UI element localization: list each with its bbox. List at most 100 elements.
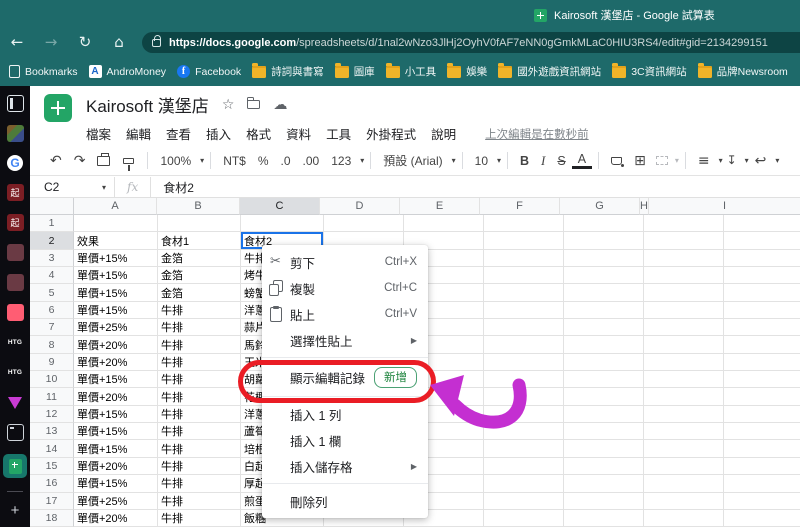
cell[interactable] [484, 215, 564, 233]
cell[interactable] [644, 492, 724, 510]
cell[interactable] [484, 440, 564, 458]
cell[interactable] [644, 232, 724, 250]
row-header[interactable]: 5 [30, 284, 74, 302]
cell[interactable] [724, 215, 800, 233]
cell[interactable] [724, 406, 800, 424]
cell[interactable] [644, 440, 724, 458]
bookmark-item[interactable]: Bookmarks [9, 65, 78, 78]
cell[interactable] [404, 215, 484, 233]
row-header[interactable]: 4 [30, 267, 74, 285]
bold-button[interactable]: B [514, 154, 535, 168]
cell[interactable] [724, 250, 800, 268]
cell[interactable]: 單價+20% [74, 509, 158, 527]
column-header[interactable]: A [74, 198, 157, 215]
context-menu-item[interactable]: 刪除列 [262, 488, 428, 514]
cell[interactable]: 效果 [74, 232, 158, 250]
cell[interactable] [644, 388, 724, 406]
home-icon[interactable]: ⌂ [102, 28, 136, 57]
cell[interactable] [644, 353, 724, 372]
context-menu-item[interactable]: 插入 1 欄 [262, 427, 428, 453]
row-header[interactable]: 15 [30, 457, 74, 476]
cell[interactable] [484, 353, 564, 372]
font-size-select[interactable]: 10 [469, 154, 494, 168]
cell[interactable] [724, 302, 800, 320]
column-header[interactable]: C [240, 198, 320, 215]
cell[interactable] [484, 492, 564, 510]
menu-item[interactable]: 檔案 [86, 124, 111, 143]
cell[interactable] [564, 388, 644, 406]
row-header[interactable]: 12 [30, 405, 74, 424]
cell[interactable] [564, 267, 644, 285]
row-header[interactable]: 1 [30, 215, 74, 233]
cell[interactable]: 牛排 [158, 492, 241, 510]
cell[interactable] [324, 215, 404, 233]
print-icon[interactable] [97, 152, 111, 166]
cell[interactable]: 牛排 [158, 301, 241, 320]
row-header[interactable]: 13 [30, 423, 74, 441]
context-menu-item[interactable]: 複製 Ctrl+C [262, 275, 428, 301]
context-menu-item[interactable]: 選擇性貼上 ▶ [262, 327, 428, 353]
cell[interactable]: 牛排 [158, 319, 241, 337]
browser-tab[interactable]: Kairosoft 漢堡店 - Google 試算表 [534, 7, 715, 23]
context-menu-item[interactable] [262, 396, 428, 397]
bookmark-item[interactable]: 娛樂 [447, 62, 487, 79]
reload-icon[interactable]: ↻ [68, 28, 102, 57]
percent-format-button[interactable]: % [252, 154, 275, 168]
horizontal-align-icon[interactable]: ≡ [692, 153, 716, 169]
last-edit-link[interactable]: 上次編輯是在數秒前 [485, 126, 589, 142]
font-select[interactable]: 預設 (Arial) [377, 152, 448, 169]
menu-item[interactable]: 查看 [166, 124, 191, 143]
bookmark-item[interactable]: 詩詞與書寫 [252, 62, 324, 79]
row-header[interactable]: 2 [30, 232, 74, 250]
cell[interactable]: 單價+20% [74, 388, 158, 406]
cell[interactable] [564, 405, 644, 424]
cell[interactable] [724, 423, 800, 441]
cell[interactable]: 單價+15% [74, 423, 158, 441]
cell[interactable] [484, 423, 564, 441]
cell[interactable]: 食材1 [158, 232, 241, 250]
cell[interactable] [644, 284, 724, 302]
cell[interactable] [644, 509, 724, 527]
cell[interactable] [484, 371, 564, 389]
cell[interactable] [724, 493, 800, 510]
column-header[interactable]: E [400, 198, 480, 215]
zoom-select[interactable]: 100% [154, 154, 197, 168]
cell[interactable] [644, 215, 724, 233]
cell[interactable] [564, 215, 644, 233]
context-menu-item[interactable]: 貼上 Ctrl+V [262, 301, 428, 327]
cell[interactable] [484, 267, 564, 285]
cell[interactable] [564, 423, 644, 441]
move-to-folder-icon[interactable] [246, 97, 261, 109]
cell[interactable] [644, 457, 724, 476]
row-header[interactable]: 10 [30, 371, 74, 389]
cell[interactable] [74, 215, 158, 233]
menu-item[interactable]: 工具 [326, 124, 351, 143]
row-header[interactable]: 14 [30, 440, 74, 458]
cell[interactable]: 金箔 [158, 284, 241, 302]
strikethrough-button[interactable]: S [551, 154, 571, 168]
cell[interactable] [724, 319, 800, 337]
menu-item[interactable]: 編輯 [126, 124, 151, 143]
cloud-status-icon[interactable]: ☁ [273, 97, 287, 113]
undo-icon[interactable]: ↶ [44, 153, 68, 169]
cell[interactable]: 牛排 [158, 336, 241, 354]
bookmark-item[interactable]: 國外遊戲資訊網站 [498, 62, 601, 79]
cell[interactable]: 牛排 [158, 475, 241, 493]
cell[interactable] [644, 475, 724, 493]
cell[interactable]: 單價+15% [74, 267, 158, 285]
row-header[interactable]: 3 [30, 249, 74, 268]
cell[interactable] [564, 371, 644, 389]
cell[interactable]: 單價+25% [74, 319, 158, 337]
borders-icon[interactable]: ⊞ [628, 153, 652, 169]
paint-format-icon[interactable] [123, 157, 135, 171]
cell[interactable] [724, 354, 800, 372]
cell[interactable]: 單價+20% [74, 336, 158, 354]
decrease-decimal-button[interactable]: .0 [275, 154, 297, 168]
context-menu-item[interactable]: 插入儲存格 ▶ [262, 453, 428, 479]
cell[interactable]: 單價+15% [74, 249, 158, 268]
star-icon[interactable]: ☆ [222, 97, 235, 113]
cell[interactable] [724, 475, 800, 493]
cell[interactable]: 單價+20% [74, 457, 158, 476]
cell[interactable] [644, 249, 724, 268]
merge-cells-icon[interactable] [655, 156, 668, 165]
